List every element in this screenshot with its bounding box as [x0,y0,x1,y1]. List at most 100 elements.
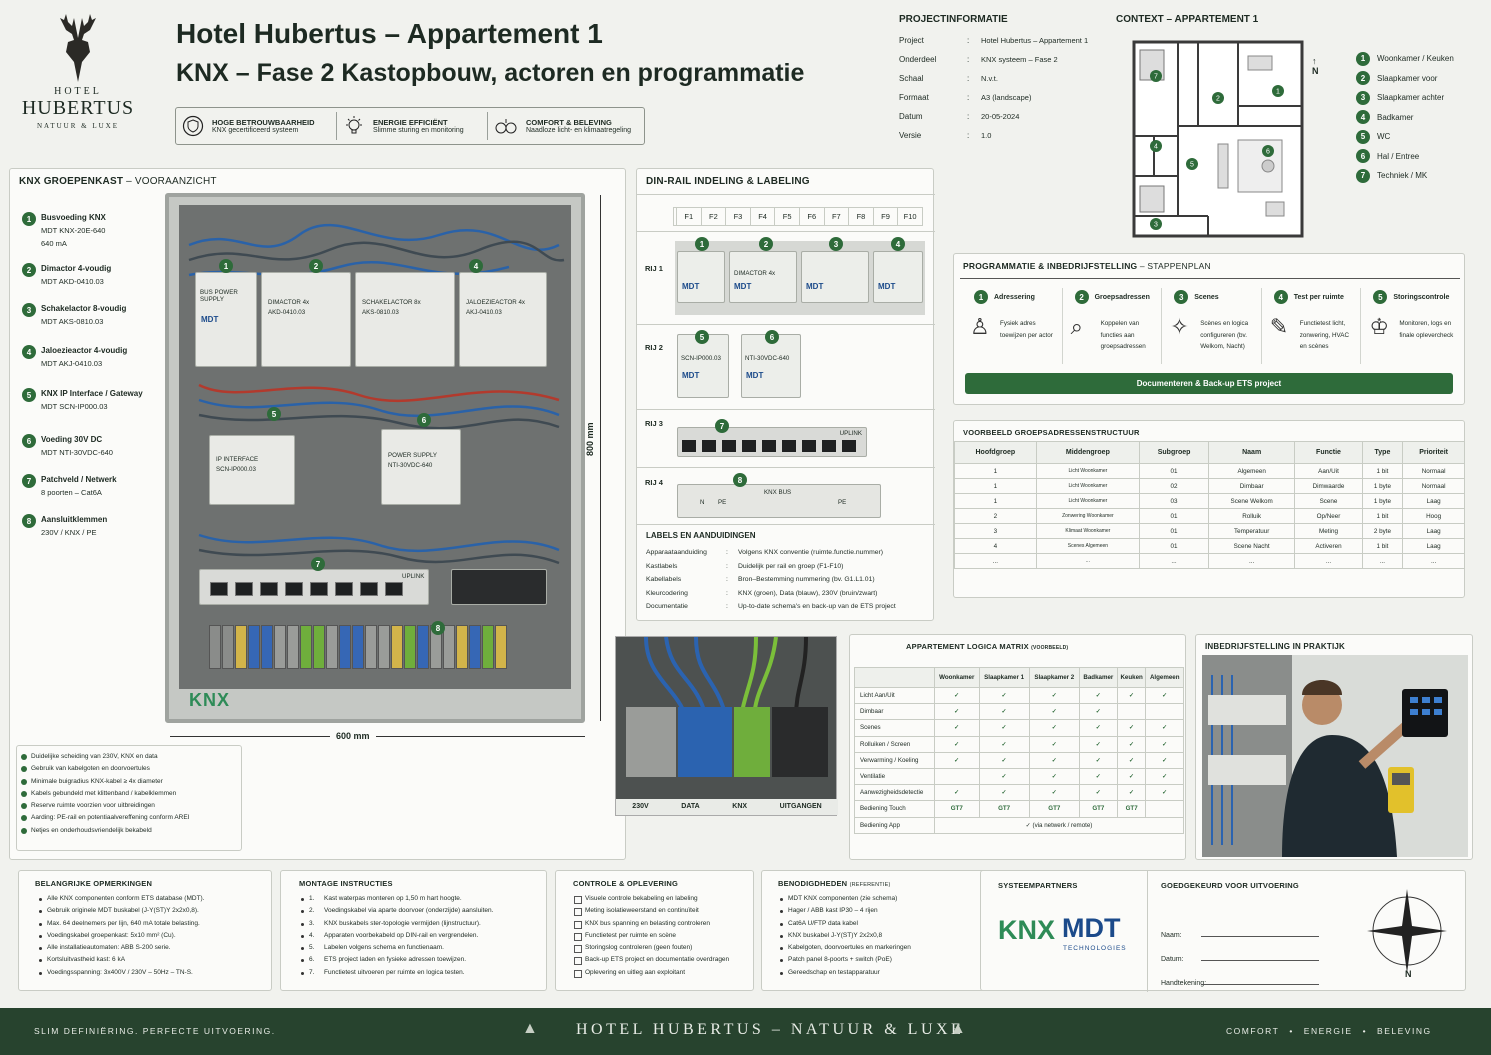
terminal-block [365,625,377,669]
list-item: Alle KNX componenten conform ETS databas… [37,893,269,905]
list-item: Voedingskabel groepenkast: 5x10 mm² (Cu)… [37,930,269,942]
rj45-port [210,582,228,596]
terminal-block [391,625,403,669]
label-row: Documentatie: Up-to-date schema's en back… [646,603,896,610]
step-5: 5 Storingscontrole ♔ Monitoren, logs en fin… [1360,288,1460,364]
mdt-logo: MDT [1062,913,1121,943]
din-title: DIN-RAIL INDELING & LABELING [646,176,810,187]
terminal-block [248,625,260,669]
din-col-header: F2 [700,208,726,225]
svg-text:3: 3 [1154,222,1158,229]
bulb-icon [346,116,362,134]
approval-field[interactable]: Naam: [1161,915,1319,939]
context-legend-item: 6 Hal / Entree [1356,147,1454,167]
terminal-block [456,625,468,669]
terminal-block [495,625,507,669]
list-item: Cat6A U/FTP data kabel [778,918,998,930]
din-col-header: F1 [676,208,701,225]
din-col-header: F10 [897,208,922,225]
list-item: MDT KNX componenten (zie schema) [778,893,998,905]
table-row: 1 Licht Woonkamer 02 Dimbaar Dimwaarde 1 byte… [954,478,1465,494]
terminal-block [274,625,286,669]
dimactor-module: DIMACTOR 4x AKD-0410.03 [261,272,351,367]
rj45-port [385,582,403,596]
terminal-block [326,625,338,669]
list-item: Meting isolatieweerstand en continuïteit [573,905,753,917]
context-section: CONTEXT – APPARTEMENT 1 1 2 3 4 5 6 7 ↑ N 1 Woon… [1116,14,1486,246]
list-item: 2. Voedingskabel via aparte doorvoer (ond… [299,905,544,917]
terminal-block [469,625,481,669]
rj45-port [702,440,716,452]
project-row: Formaat: A3 (landscape) [899,93,1032,102]
remarks-panel: BELANGRIJKE OPMERKINGEN Alle KNX compone… [18,870,272,991]
rj45-port [285,582,303,596]
magnifier-icon: ⌕ [1070,314,1083,339]
marker-5: 5 [267,407,281,421]
marker-7: 7 [311,557,325,571]
montage-panel: MONTAGE INSTRUCTIES 1. Kast waterpas mont… [280,870,547,991]
cabinet-item-4: 4 Jaloezieactor 4-voudig MDT AKJ-0410.03 [22,345,162,370]
list-item: KNX bus spanning en belasting controlere… [573,918,753,930]
approval-field[interactable]: Datum: [1161,939,1319,963]
terminal-block [339,625,351,669]
context-legend-item: 5 WC [1356,127,1454,147]
cabinet-notes: Duidelijke scheiding van 230V, KNX en da… [16,745,242,851]
din-rail-panel: DIN-RAIL INDELING & LABELING F1 F2 F3 F4 F5 F… [636,168,935,621]
svg-text:7: 7 [1154,74,1158,81]
matrix-row: Scenes ✓ ✓ ✓ ✓ ✓ ✓ [854,719,1184,737]
width-dimension: 600 mm [330,731,376,741]
ip-interface-module: IP INTERFACE SCN-IP000.03 [209,435,295,505]
patch-panel: UPLINK [199,569,429,605]
terminal-block [235,625,247,669]
table-row: 1 Licht Woonkamer 01 Algemeen Aan/Uit 1 bit No… [954,463,1465,479]
engineer-icon: ♔ [1369,314,1390,339]
table-row: ..................... [954,553,1465,569]
din-col-header: F9 [872,208,898,225]
cabinet-item-2: 2 Dimactor 4-voudig MDT AKD-0410.03 [22,263,162,288]
rj45-port [360,582,378,596]
context-legend-item: 3 Slaapkamer achter [1356,88,1454,108]
bus-power-supply-module: BUS POWER SUPPLY MDT [195,272,257,367]
brand-name: HUBERTUS [21,97,135,119]
terminal-block [313,625,325,669]
matrix-row: Rolluiken / Screen ✓ ✓ ✓ ✓ ✓ ✓ [854,735,1184,753]
terminal-block [352,625,364,669]
marker-6: 6 [417,413,431,427]
context-legend-item: 1 Woonkamer / Keuken [1356,49,1454,69]
rj45-port [742,440,756,452]
deer-icon [60,14,96,82]
label-row: Kabellabels: Bron–Bestemming nummering (b… [646,576,875,583]
cabinet-item-1: 1 Busvoeding KNX MDT KNX-20E-640 640 mA [22,212,162,250]
list-item: Hager / ABB kast IP30 – 4 rijen [778,905,998,917]
rj45-port [782,440,796,452]
step-3: 3 Scenes ✧ Scènes en logica configureren (b… [1161,288,1261,364]
list-item: 7. Functietest uitvoeren per ruimte en lo… [299,967,544,979]
rj45-port [682,440,696,452]
list-item: Oplevering en uitleg aan exploitant [573,967,753,979]
brand-small: HOTEL [54,86,102,97]
label-row: Kleurcodering: KNX (groen), Data (blauw),… [646,589,878,597]
page-title: Hotel Hubertus – Appartement 1 [176,18,603,49]
svg-text:2: 2 [1216,96,1220,103]
network-switch [451,569,547,605]
marker-2: 2 [309,259,323,273]
list-item: 3. KNX buskabels ster-topologie vermijden… [299,918,544,930]
svg-text:5: 5 [1190,162,1194,169]
din-row-label: RIJ 4 [645,478,663,487]
project-info: PROJECTINFORMATIE Project: Hotel Hubertus… [899,14,1109,145]
matrix-row: Aanwezigheidsdetectie ✓ ✓ ✓ ✓ ✓ ✓ [854,784,1184,802]
photo-label: KNX [732,803,748,810]
cabinet-note: Netjes en onderhoudsvriendelijk bekabeld [21,825,237,837]
label-row: Kastlabels: Duidelijk per rail en groep (… [646,562,844,570]
list-item: Patch panel 8-poorts + switch (PoE) [778,954,998,966]
approval-field[interactable]: Handtekening: [1161,963,1319,987]
group-address-panel: VOORBEELD GROEPSADRESSENSTRUCTUUR Hoofdg… [953,420,1465,598]
backup-ets-button[interactable]: Documenteren & Back-up ETS project [965,373,1453,394]
cabinet-photo: BUS POWER SUPPLY MDT DIMACTOR 4x AKD-041… [165,193,585,723]
group-address-table: Hoofdgroep Middengroep Subgroep Naam Functie… [954,441,1465,569]
din-row-label: RIJ 2 [645,343,663,352]
control-panel: CONTROLE & OPLEVERING Visuele controle b… [555,870,754,991]
din-row-label: RIJ 1 [645,264,663,273]
matrix-row: Ventilatie ✓ ✓ ✓ ✓ ✓ [854,767,1184,786]
photo-label: DATA [681,803,700,810]
